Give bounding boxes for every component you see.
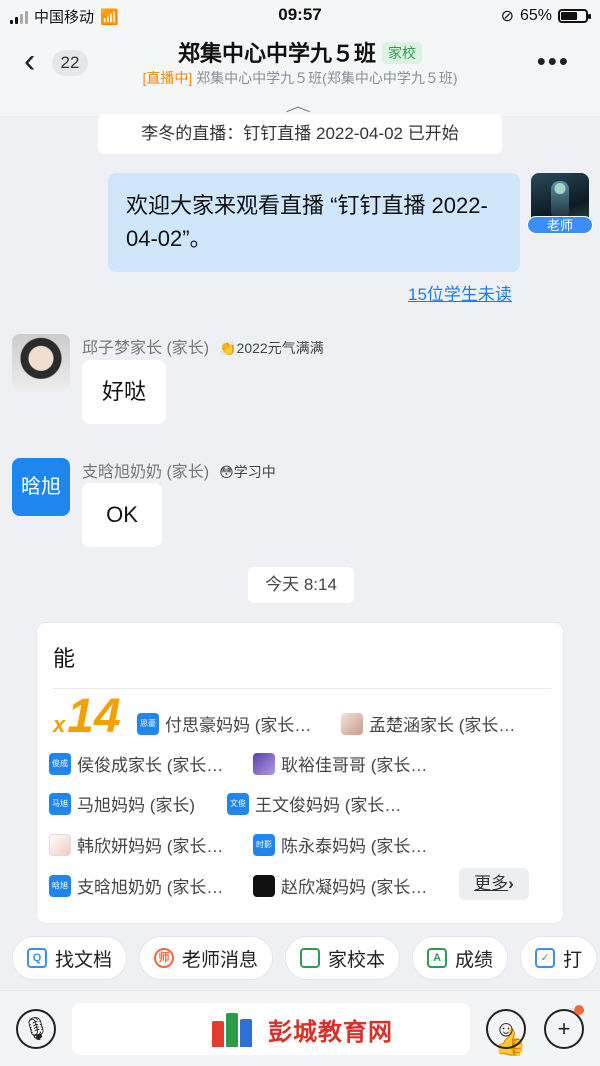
responder-item[interactable]: 韩欣妍妈妈 (家长…: [49, 832, 223, 857]
avatar: 晗旭: [49, 874, 71, 897]
watermark: 彭城教育网: [212, 1011, 393, 1047]
grades-button[interactable]: A 成绩: [412, 936, 509, 980]
card-title: 能: [53, 646, 76, 671]
action-label: 找文档: [55, 949, 113, 971]
responder-item[interactable]: 俊成 侯俊成家长 (家长…: [49, 751, 223, 776]
more-label: 更多: [474, 874, 509, 893]
timestamp: 今天 8:14: [248, 567, 354, 603]
responder-name: 马旭妈妈 (家长): [77, 796, 196, 815]
reaction-count: x14: [53, 689, 121, 744]
avatar: 思豪: [137, 712, 159, 735]
message-bubble[interactable]: OK: [82, 483, 162, 547]
plus-icon[interactable]: +: [544, 1009, 584, 1049]
chat-subtitle-text: 郑集中心中学九５班(郑集中心中学九５班): [196, 70, 458, 86]
message-input[interactable]: 彭城教育网 👍: [72, 1003, 526, 1057]
teacher-message-bubble[interactable]: 欢迎大家来观看直播 “钉钉直播 2022-04-02”。: [108, 173, 520, 272]
battery-percent: 65%: [519, 7, 552, 24]
sender-name: 邱子梦家长 (家长) 👏2022元气满满: [82, 334, 324, 358]
more-responders-button[interactable]: 更多›: [459, 868, 529, 900]
check-in-button[interactable]: ✓ 打: [520, 936, 598, 980]
responder-item[interactable]: 马旭 马旭妈妈 (家长): [49, 791, 195, 816]
responder-item[interactable]: 孟楚涵家长 (家长…: [341, 711, 515, 736]
avatar: 马旭: [49, 792, 71, 815]
sender-name-text: 邱子梦家长 (家长): [82, 340, 210, 357]
responder-name: 侯俊成家长 (家长…: [77, 756, 224, 775]
grades-icon: A: [427, 948, 448, 968]
status-bar: 中国移动 📶 09:57 ⊘ 65%: [0, 0, 600, 32]
responder-name: 耿裕佳哥哥 (家长…: [281, 756, 428, 775]
chevron-right-icon: ›: [508, 874, 514, 893]
reaction-card[interactable]: 能 x14 思豪 付思豪妈妈 (家长… 孟楚涵家长 (家长… 俊成 侯俊成家长 (家…: [36, 622, 564, 924]
avatar: [341, 712, 363, 735]
emoji-icon[interactable]: ☺: [486, 1009, 526, 1049]
sender-name-text: 支晗旭奶奶 (家长): [82, 464, 210, 481]
watermark-text: 彭城教育网: [268, 1018, 393, 1046]
responder-name: 韩欣妍妈妈 (家长…: [77, 837, 224, 856]
search-doc-icon: Q: [27, 948, 47, 968]
avatar[interactable]: 晗旭: [12, 458, 70, 516]
battery-group: ⊘ 65%: [500, 6, 591, 26]
chat-title: 郑集中心中学九５班 家校: [0, 36, 600, 68]
nav-bar: ‹ 22 郑集中心中学九５班 家校 [直播中] 郑集中心中学九５班(郑集中心中学九…: [0, 32, 600, 116]
avatar: [253, 752, 275, 775]
avatar: [253, 874, 275, 897]
avatar: 时影: [253, 833, 275, 856]
responder-item[interactable]: 晗旭 支晗旭奶奶 (家长…: [49, 873, 223, 898]
live-start-notice[interactable]: 李冬的直播：钉钉直播 2022-04-02 已开始: [98, 114, 502, 154]
chat-subtitle[interactable]: [直播中] 郑集中心中学九５班(郑集中心中学九５班): [0, 68, 600, 88]
teacher-message-button[interactable]: 师老师消息: [139, 936, 274, 980]
message-bubble[interactable]: 好哒: [82, 360, 166, 424]
notebook-icon: [300, 948, 321, 968]
battery-icon: [558, 9, 591, 23]
chevron-down-icon[interactable]: ︿: [285, 92, 311, 116]
notification-dot: [574, 1005, 584, 1015]
status-badge: 👏2022元气满满: [219, 340, 324, 356]
divider: [53, 688, 551, 689]
avatar: 文俊: [227, 792, 249, 815]
unread-students-link[interactable]: 15位学生未读: [408, 280, 512, 305]
avatar[interactable]: [12, 334, 70, 392]
responder-name: 陈永泰妈妈 (家长…: [281, 837, 428, 856]
avatar: [49, 833, 71, 856]
sender-name: 支晗旭奶奶 (家长) 😳学习中: [82, 458, 276, 482]
homework-book-button[interactable]: 家校本: [285, 936, 401, 980]
responder-item[interactable]: 思豪 付思豪妈妈 (家长…: [137, 711, 311, 736]
responder-item[interactable]: 耿裕佳哥哥 (家长…: [253, 751, 427, 776]
responder-name: 王文俊妈妈 (家长…: [255, 796, 402, 815]
quick-actions-bar: Q 找文档 师老师消息 家校本 A 成绩 ✓ 打: [12, 936, 598, 980]
count-prefix: x: [53, 712, 66, 737]
action-label: 老师消息: [182, 949, 259, 971]
count-value: 14: [67, 690, 121, 743]
status-badge: 😳学习中: [219, 464, 276, 480]
responder-name: 支晗旭奶奶 (家长…: [77, 878, 224, 897]
input-bar: 🎙 彭城教育网 👍 ☺ +: [0, 990, 600, 1066]
responder-name: 孟楚涵家长 (家长…: [369, 716, 516, 735]
responder-item[interactable]: 时影 陈永泰妈妈 (家长…: [253, 832, 427, 857]
live-indicator: [直播中]: [142, 70, 193, 86]
microphone-icon[interactable]: 🎙: [16, 1009, 56, 1049]
action-label: 打: [563, 949, 583, 971]
responder-item[interactable]: 赵欣凝妈妈 (家长…: [253, 873, 427, 898]
avatar: 俊成: [49, 752, 71, 775]
more-options-icon[interactable]: •••: [537, 46, 570, 77]
find-doc-button[interactable]: Q 找文档: [12, 936, 128, 980]
chat-title-text: 郑集中心中学九５班: [177, 41, 376, 66]
teacher-role-tag: 老师: [527, 216, 593, 234]
action-label: 家校本: [328, 949, 386, 971]
responder-item[interactable]: 文俊 王文俊妈妈 (家长…: [227, 791, 401, 816]
action-label: 成绩: [455, 949, 494, 971]
calendar-icon: ✓: [535, 948, 556, 968]
watermark-logo-icon: [212, 1011, 258, 1047]
home-school-tag: 家校: [382, 42, 422, 64]
responder-name: 付思豪妈妈 (家长…: [165, 716, 312, 735]
teacher-message-icon: 师: [154, 948, 175, 968]
orientation-lock-icon: ⊘: [500, 8, 514, 25]
responder-name: 赵欣凝妈妈 (家长…: [281, 878, 428, 897]
